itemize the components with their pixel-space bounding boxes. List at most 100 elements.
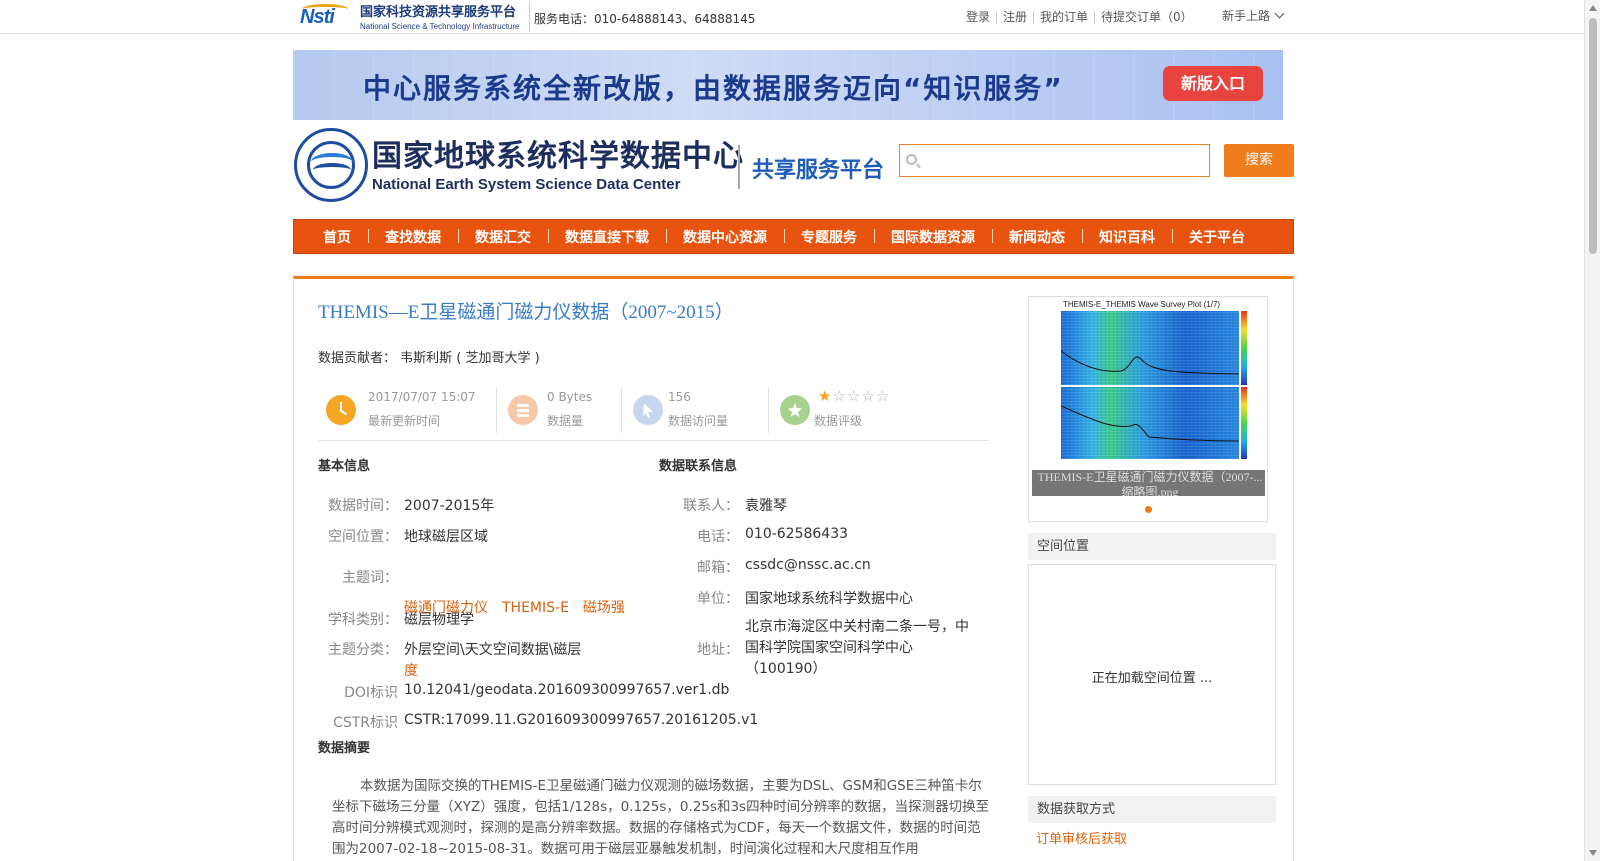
nav-item-news[interactable]: 新闻动态 xyxy=(992,227,1082,247)
nav-item-data-submission[interactable]: 数据汇交 xyxy=(458,227,548,247)
phone-label: 电话： xyxy=(697,529,739,545)
header-divider xyxy=(738,145,740,189)
stat-data-size-value: 0 Bytes xyxy=(547,390,593,404)
category-link[interactable]: 外层空间\天文空间数据\磁层 xyxy=(404,639,581,659)
stat-data-size-label: 数据量 xyxy=(547,414,584,428)
nav-item-about[interactable]: 关于平台 xyxy=(1172,227,1262,247)
contact-info-heading: 数据联系信息 xyxy=(659,459,738,474)
address-line-1: 北京市海淀区中关村南二条一号，中 xyxy=(745,619,969,635)
pending-orders-link[interactable]: 待提交订单（0） xyxy=(1095,11,1199,24)
address-label: 地址： xyxy=(697,642,739,658)
cstr-value: CSTR:17099.11.G201609300997657.20161205.… xyxy=(404,712,759,728)
top-divider xyxy=(529,2,530,32)
discipline-link[interactable]: 磁层物理学 xyxy=(404,609,474,629)
stat-rating-label: 数据评级 xyxy=(814,414,863,428)
star-empty-icon: ☆ xyxy=(832,387,846,405)
beginner-guide-label: 新手上路 xyxy=(1222,9,1271,23)
thumbnail-plot-image[interactable]: THEMIS-E_THEMIS Wave Survey Plot (1/7) T… xyxy=(1031,299,1265,496)
register-link[interactable]: 注册 xyxy=(997,11,1035,24)
cstr-label: CSTR标识 xyxy=(333,715,398,731)
space-link[interactable]: 地球磁层区域 xyxy=(404,526,488,546)
unit-value: 国家地球系统科学数据中心 xyxy=(745,591,913,607)
nav-item-international-data[interactable]: 国际数据资源 xyxy=(874,227,992,247)
spatial-position-heading: 空间位置 xyxy=(1028,533,1276,560)
nsti-logo-en: National Science & Technology Infrastruc… xyxy=(360,22,520,31)
nav-item-knowledge[interactable]: 知识百科 xyxy=(1082,227,1172,247)
nav-item-center-resources[interactable]: 数据中心资源 xyxy=(666,227,784,247)
top-bar: Nsti 国家科技资源共享服务平台 National Science & Tec… xyxy=(0,0,1584,34)
star-empty-icon: ☆ xyxy=(846,387,861,405)
center-name-cn: 国家地球系统科学数据中心 xyxy=(372,139,744,174)
contributor-value: 韦斯利斯 ( 芝加哥大学 ) xyxy=(400,351,540,366)
space-label: 空间位置： xyxy=(328,529,398,545)
center-name[interactable]: 国家地球系统科学数据中心 National Earth System Scien… xyxy=(372,139,744,194)
my-orders-link[interactable]: 我的订单 xyxy=(1034,11,1096,24)
keywords-links[interactable]: 磁通门磁力仪 THEMIS-E 磁场强 度 xyxy=(404,556,634,703)
nav-item-topic-services[interactable]: 专题服务 xyxy=(784,227,874,247)
thumbnail-caption: THEMIS-E卫星磁通门磁力仪数据（2007-...缩略图.png xyxy=(1032,470,1265,496)
scroll-up-arrow-icon[interactable] xyxy=(1589,5,1597,11)
search-button[interactable]: 搜索 xyxy=(1224,144,1294,177)
keywords-line-2[interactable]: 度 xyxy=(404,661,634,682)
carousel-dot-active[interactable] xyxy=(1145,506,1152,513)
dataset-thumbnail-carousel[interactable]: THEMIS-E_THEMIS Wave Survey Plot (1/7) T… xyxy=(1028,296,1268,522)
database-icon xyxy=(508,395,538,425)
nsti-logo-cn: 国家科技资源共享服务平台 xyxy=(360,5,517,20)
address-line-3: （100190） xyxy=(745,661,827,677)
stat-data-size: 0 Bytes 数据量 xyxy=(500,385,620,433)
rating-stars: ★ ☆ ☆ ☆ ☆ xyxy=(818,387,889,405)
nav-item-find-data[interactable]: 查找数据 xyxy=(368,227,458,247)
new-version-button[interactable]: 新版入口 xyxy=(1163,66,1263,101)
spatial-map-box[interactable]: 正在加载空间位置 ... xyxy=(1028,564,1276,785)
star-badge-icon xyxy=(780,395,810,425)
page-scrollbar[interactable] xyxy=(1584,0,1600,861)
stat-divider xyxy=(496,387,497,433)
dataset-title: THEMIS—E卫星磁通门磁力仪数据（2007~2015） xyxy=(318,302,734,323)
dataset-stats: 2017/07/07 15:07 最新更新时间 0 Bytes 数据量 156 … xyxy=(318,385,988,441)
address-line-2: 国科学院国家空间科学中心 xyxy=(745,640,913,656)
stat-visits: 156 数据访问量 xyxy=(625,385,765,433)
scroll-thumb[interactable] xyxy=(1589,18,1597,254)
login-link[interactable]: 登录 xyxy=(960,11,998,24)
star-empty-icon: ☆ xyxy=(861,387,875,405)
address-value: 北京市海淀区中关村南二条一号，中 国科学院国家空间科学中心 （100190） xyxy=(745,617,995,680)
service-hotline: 服务电话：010-64888143、64888145 xyxy=(534,12,756,26)
order-review-link[interactable]: 订单审核后获取 xyxy=(1036,828,1127,847)
stat-visits-value: 156 xyxy=(668,390,691,404)
thumbnail-plot-header: THEMIS-E_THEMIS Wave Survey Plot (1/7) xyxy=(1063,300,1221,309)
center-name-en: National Earth System Science Data Cente… xyxy=(372,176,681,193)
nsti-logo[interactable]: Nsti 国家科技资源共享服务平台 National Science & Tec… xyxy=(300,3,520,31)
top-links: 登录 注册 我的订单 待提交订单（0） xyxy=(960,11,1199,24)
data-time-label: 数据时间： xyxy=(328,498,398,514)
doi-label: DOI标识 xyxy=(344,685,398,701)
unit-label: 单位： xyxy=(697,591,739,607)
doi-value: 10.12041/geodata.201609300997657.ver1.db xyxy=(404,682,730,698)
beginner-guide-dropdown[interactable]: 新手上路 xyxy=(1222,7,1285,24)
stat-divider xyxy=(768,387,769,433)
banner-text: 中心服务系统全新改版，由数据服务迈向“知识服务” xyxy=(363,72,1064,105)
abstract-heading: 数据摘要 xyxy=(318,741,371,756)
center-emblem-logo[interactable] xyxy=(294,128,368,202)
search-input[interactable] xyxy=(924,149,1204,173)
nav-item-direct-download[interactable]: 数据直接下载 xyxy=(548,227,666,247)
abstract-text: 本数据为国际交换的THEMIS-E卫星磁通门磁力仪观测的磁场数据，主要为DSL、… xyxy=(332,778,990,857)
search-icon xyxy=(906,154,917,165)
scroll-down-arrow-icon[interactable] xyxy=(1589,850,1597,856)
discipline-label: 学科类别： xyxy=(328,612,398,628)
cursor-icon xyxy=(633,395,663,425)
promo-banner[interactable]: 中心服务系统全新改版，由数据服务迈向“知识服务” 新版入口 xyxy=(293,50,1283,120)
stat-update-time-value: 2017/07/07 15:07 xyxy=(368,390,476,404)
contact-person-label: 联系人： xyxy=(683,498,739,514)
keywords-label: 主题词： xyxy=(342,570,398,586)
data-time-value: 2007-2015年 xyxy=(404,498,495,514)
stat-divider xyxy=(621,387,622,433)
main-nav: 首页 查找数据 数据汇交 数据直接下载 数据中心资源 专题服务 国际数据资源 新… xyxy=(293,219,1294,254)
nsti-logo-mark: Nsti xyxy=(300,4,352,28)
search-box xyxy=(899,144,1210,177)
dataset-contributor: 数据贡献者： 韦斯利斯 ( 芝加哥大学 ) xyxy=(318,347,540,366)
nav-item-home[interactable]: 首页 xyxy=(306,227,368,247)
stat-update-time: 2017/07/07 15:07 最新更新时间 xyxy=(318,385,488,433)
star-filled-icon: ★ xyxy=(818,387,832,405)
category-label: 主题分类： xyxy=(328,642,398,658)
email-label: 邮箱： xyxy=(697,560,739,576)
